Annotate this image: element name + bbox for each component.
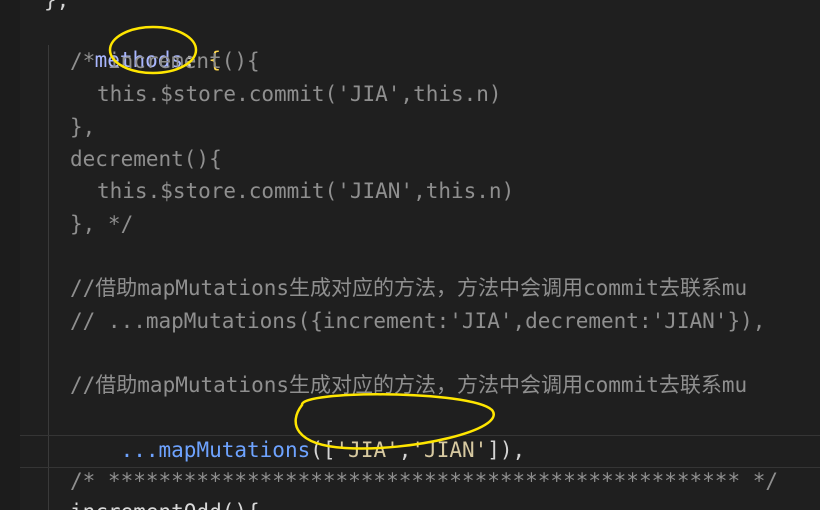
code-line-13[interactable]: incrementOdd(){ <box>70 496 260 510</box>
code-line-2[interactable]: /* increment(){ <box>70 45 260 77</box>
code-line-11[interactable]: ...mapMutations(['JIA','JIAN']), <box>70 402 526 462</box>
map-mutations-call: mapMutations <box>158 438 311 462</box>
string-jian: 'JIAN' <box>411 438 488 462</box>
editor-gutter <box>0 0 20 510</box>
code-editor[interactable]: }; methods: { /* increment(){ this.$stor… <box>0 0 820 510</box>
open-paren: ([ <box>310 438 336 462</box>
comma: , <box>398 438 412 462</box>
close-paren: ]), <box>487 438 526 462</box>
code-line-5[interactable]: decrement(){ <box>70 143 222 175</box>
code-line-3[interactable]: this.$store.commit('JIA',this.n) <box>97 78 502 110</box>
code-line-12[interactable]: /* *************************************… <box>70 465 778 497</box>
code-line-1[interactable]: methods: { <box>44 12 221 72</box>
code-line-6[interactable]: this.$store.commit('JIAN',this.n) <box>97 175 514 207</box>
code-line-10[interactable]: //借助mapMutations生成对应的方法，方法中会调用commit去联系m… <box>70 369 747 401</box>
code-line-4[interactable]: }, <box>70 111 95 143</box>
code-line-8[interactable]: //借助mapMutations生成对应的方法，方法中会调用commit去联系m… <box>70 272 747 304</box>
spread-operator: ... <box>120 438 159 462</box>
string-jia: 'JIA' <box>335 438 399 462</box>
code-line-9[interactable]: // ...mapMutations({increment:'JIA',decr… <box>70 305 765 337</box>
code-line-7[interactable]: }, */ <box>70 208 133 240</box>
